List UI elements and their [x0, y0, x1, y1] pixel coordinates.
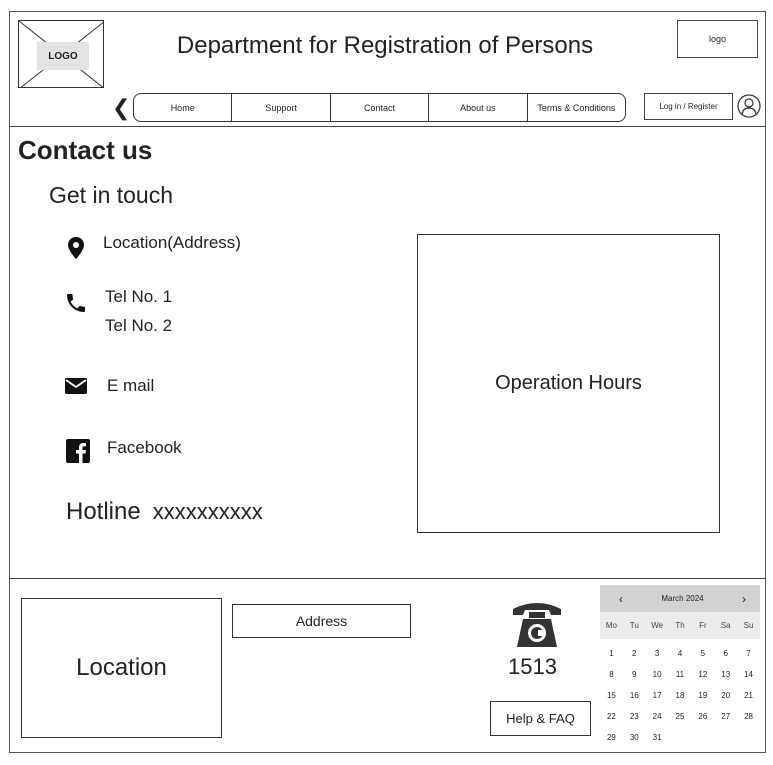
calendar-date[interactable]: 7 — [737, 649, 760, 658]
main-nav: Home Support Contact About us Terms & Co… — [133, 93, 626, 122]
tel-1-text: Tel No. 1 — [105, 287, 173, 306]
login-register-button[interactable]: Log in / Register — [644, 93, 733, 120]
calendar-dates: 1 2 3 4 5 6 7 8 9 10 11 12 13 14 15 16 17 18 19 20 21 22 23 24 2… — [600, 639, 760, 748]
calendar-date[interactable]: 18 — [669, 691, 692, 700]
calendar-weekday: Fr — [699, 621, 707, 630]
calendar-date[interactable]: 1 — [600, 649, 623, 658]
calendar-date[interactable]: 21 — [737, 691, 760, 700]
phone-icon — [67, 294, 85, 312]
header-divider — [9, 126, 766, 127]
logo-label: LOGO — [37, 42, 89, 70]
calendar-weekday: Sa — [720, 621, 731, 630]
nav-item-terms[interactable]: Terms & Conditions — [528, 94, 625, 121]
calendar-date[interactable]: 13 — [714, 670, 737, 679]
calendar-date[interactable]: 26 — [691, 712, 714, 721]
calendar-date[interactable]: 14 — [737, 670, 760, 679]
calendar-date[interactable]: 16 — [623, 691, 646, 700]
page-title: Contact us — [18, 135, 153, 165]
site-title: Department for Registration of Persons — [176, 32, 594, 59]
calendar-month: March 2024 — [661, 594, 704, 603]
calendar-weekday: Mo — [605, 621, 617, 630]
calendar-weekday: Th — [675, 621, 685, 630]
calendar-date[interactable]: 9 — [623, 670, 646, 679]
help-faq-button[interactable]: Help & FAQ — [490, 701, 591, 736]
calendar-date[interactable]: 27 — [714, 712, 737, 721]
calendar-date[interactable]: 25 — [669, 712, 692, 721]
calendar-date[interactable]: 12 — [691, 670, 714, 679]
calendar-date[interactable]: 17 — [646, 691, 669, 700]
user-icon[interactable] — [737, 94, 761, 118]
calendar-date[interactable]: 5 — [691, 649, 714, 658]
calendar-date[interactable]: 3 — [646, 649, 669, 658]
calendar-date[interactable]: 29 — [600, 733, 623, 742]
section-subtitle: Get in touch — [49, 182, 174, 208]
calendar-date[interactable]: 30 — [623, 733, 646, 742]
address-box: Address — [232, 604, 411, 638]
calendar-date[interactable]: 6 — [714, 649, 737, 658]
footer-divider — [9, 578, 766, 579]
calendar-date[interactable]: 2 — [623, 649, 646, 658]
calendar-weekday: Su — [743, 621, 754, 630]
calendar-date[interactable]: 28 — [737, 712, 760, 721]
tel-2-text: Tel No. 2 — [105, 316, 173, 335]
location-text: Location(Address) — [103, 233, 241, 252]
hotline-value: xxxxxxxxxx — [152, 499, 263, 524]
footer-hotline-number: 1513 — [508, 654, 557, 679]
calendar-weekdays: Mo Tu We Th Fr Sa Su — [600, 612, 760, 639]
calendar-date[interactable]: 31 — [646, 733, 669, 742]
site-logo-right: logo — [677, 20, 758, 58]
calendar-weekday: We — [651, 621, 664, 630]
calendar-date[interactable]: 4 — [669, 649, 692, 658]
back-chevron-icon[interactable]: ❮ — [112, 96, 130, 120]
facebook-icon — [66, 439, 90, 463]
calendar-date[interactable]: 22 — [600, 712, 623, 721]
hotline-label: Hotline — [66, 498, 141, 525]
hotline-row: Hotline xxxxxxxxxx — [66, 498, 263, 526]
nav-item-contact[interactable]: Contact — [331, 94, 430, 121]
telephone-icon — [513, 603, 561, 647]
calendar-date[interactable]: 15 — [600, 691, 623, 700]
calendar-widget: ‹ March 2024 › Mo Tu We Th Fr Sa Su 1234567891… — [600, 585, 760, 748]
calendar-date[interactable]: 23 — [623, 712, 646, 721]
calendar-date[interactable]: 19 — [691, 691, 714, 700]
facebook-text: Facebook — [107, 438, 182, 457]
calendar-date[interactable]: 20 — [714, 691, 737, 700]
email-text: E mail — [107, 376, 155, 395]
email-icon — [65, 378, 87, 394]
location-map-box[interactable]: Location — [21, 598, 222, 738]
calendar-date[interactable]: 10 — [646, 670, 669, 679]
site-logo-left: LOGO — [18, 20, 104, 88]
next-month-icon[interactable]: › — [742, 592, 746, 606]
calendar-header: ‹ March 2024 › — [600, 585, 760, 612]
prev-month-icon[interactable]: ‹ — [619, 592, 623, 606]
nav-item-home[interactable]: Home — [134, 94, 233, 121]
nav-item-support[interactable]: Support — [232, 94, 331, 121]
calendar-weekday: Tu — [629, 621, 639, 630]
calendar-date[interactable]: 8 — [600, 670, 623, 679]
location-pin-icon — [68, 237, 84, 259]
operation-hours-box: Operation Hours — [417, 234, 720, 533]
calendar-date[interactable]: 11 — [669, 670, 692, 679]
nav-item-about[interactable]: About us — [429, 94, 528, 121]
calendar-date[interactable]: 24 — [646, 712, 669, 721]
